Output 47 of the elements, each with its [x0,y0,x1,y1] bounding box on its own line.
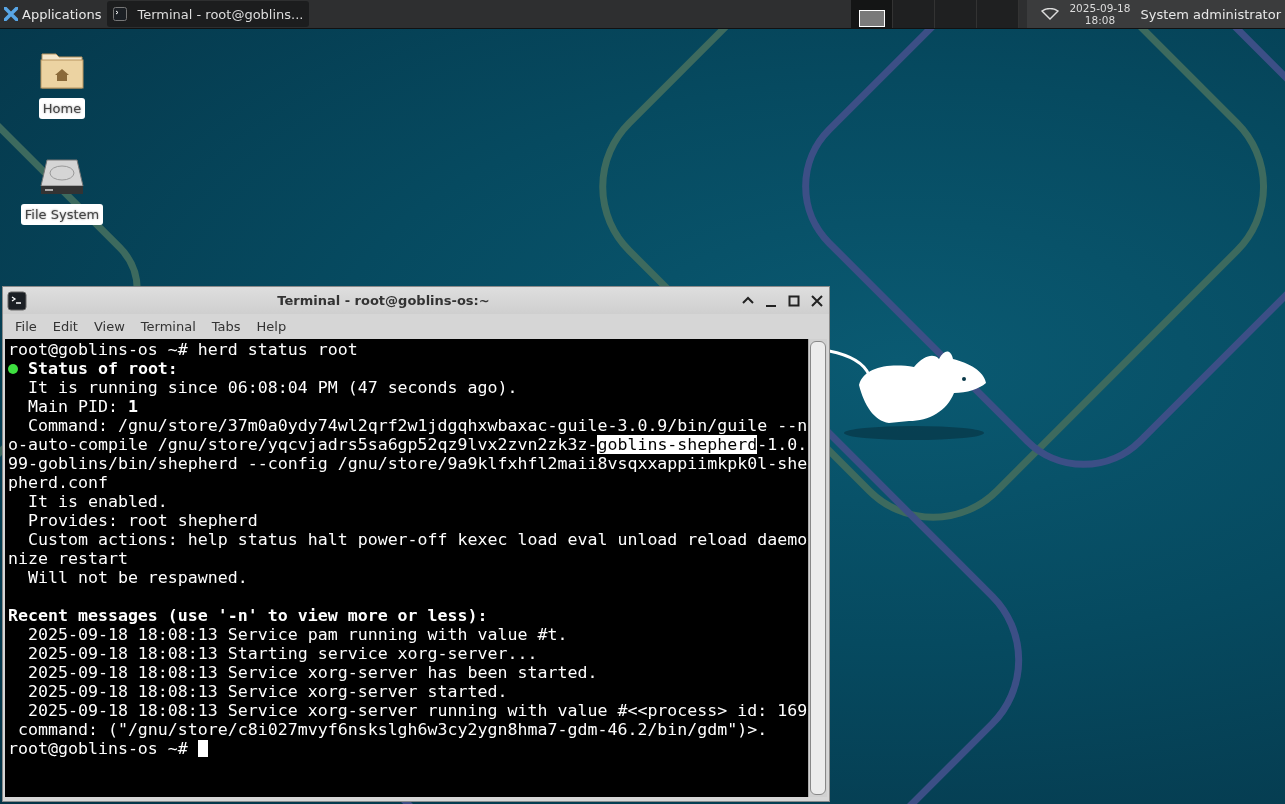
icon-label[interactable]: File System [20,204,104,225]
wifi-icon[interactable] [1041,8,1060,20]
terminal-text: o-auto-compile /gnu/store/yqcvjadrs5sa6gp52qz9lvx2zvn2zk3z- [8,435,598,454]
terminal-line: Custom actions: help status halt power-off kexec load eval unload reload daemo [26,530,808,549]
close-button[interactable] [809,292,825,309]
terminal-text: -1.0. [757,435,808,454]
terminal-line: 2025-09-18 18:08:13 Service xorg-server has been started. [26,663,598,682]
terminal-line: root@goblins-os ~# [8,739,189,758]
terminal-line: Command: /gnu/store/37m0a0ydy74wl2qrf2w1jdgqhxwbaxac-guile-3.0.9/bin/guile --n [26,416,808,435]
workspace[interactable] [851,0,894,28]
home-folder-icon[interactable] [38,50,86,90]
menu-item[interactable]: Tabs [203,318,249,334]
menu-item[interactable]: Edit [44,318,86,334]
terminal-line: nize restart [8,549,128,568]
clock[interactable]: 2025-09-18 18:08 [1069,2,1131,26]
terminal-line: 2025-09-18 18:08:13 Service xorg-server running with value #<<process> id: 169 [26,701,808,720]
terminal-line: 99-goblins/bin/shepherd --config /gnu/store/9a9klfxhfl2maii8vsqxxappiimkpk0l-she [8,454,808,473]
window-thumbnail [858,10,885,27]
terminal-line: Will not be respawned. [26,568,248,587]
taskbar-button[interactable]: Terminal - root@goblins... [107,1,310,27]
applications-menu-button[interactable]: Applications [0,0,108,28]
terminal-line: 2025-09-18 18:08:13 Service xorg-server started. [26,682,508,701]
terminal-line: Recent messages (use '-n' to view more or less): [8,606,488,625]
terminal-line: Main PID: 1 [26,397,138,416]
icon-label[interactable]: Home [38,98,86,119]
menu-item[interactable]: Help [248,318,295,334]
terminal-icon [7,290,27,311]
clock-date: 2025-09-18 [1069,2,1131,14]
terminal-line: command: ("/gnu/store/c8i027mvyf6nskslgh6w3cy2ygn8hma7-gdm-46.2/bin/gdm")>. [17,720,768,739]
hard-drive-icon[interactable] [39,158,85,196]
terminal-line: It is running since 06:08:04 PM (47 seconds ago). [26,378,518,397]
menu-item[interactable]: File [7,318,45,334]
terminal-text: goblins-shepherd [597,435,758,454]
terminal-line: It is enabled. [26,492,168,511]
user-menu-button[interactable]: System administrator [1140,6,1281,22]
terminal-line: pherd.conf [8,473,108,492]
clock-time: 18:08 [1084,14,1116,26]
x-logo-icon [4,7,18,21]
terminal-line: 2025-09-18 18:08:13 Starting service xorg-server... [26,644,538,663]
window-title: Terminal - root@goblins-os:~ [276,293,491,308]
terminal-line: root@goblins-os ~# herd status root [8,340,358,359]
terminal-line: Provides: root shepherd [26,511,258,530]
terminal-line: 2025-09-18 18:08:13 Service pam running with value #t. [26,625,568,644]
menu-item[interactable]: Terminal [132,318,204,334]
terminal-line: Status of root: [28,359,178,378]
menu-item[interactable]: View [85,318,133,334]
terminal-icon [113,7,128,21]
